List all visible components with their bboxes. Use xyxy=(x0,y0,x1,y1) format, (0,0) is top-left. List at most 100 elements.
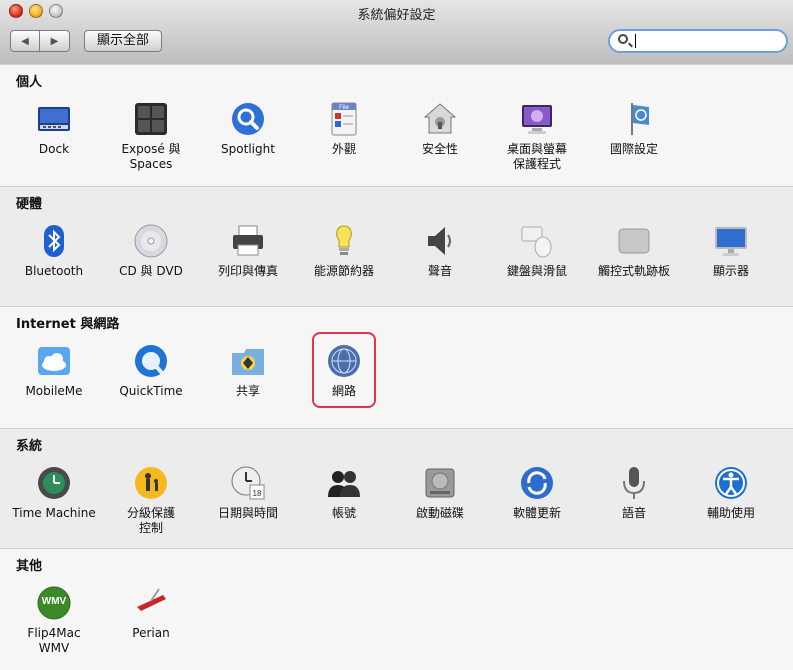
pref-pane-label: 聲音 xyxy=(427,264,452,278)
pref-pane-printer[interactable]: 列印與傳真 xyxy=(200,223,296,279)
toolbar: 系統偏好設定 ◀ ▶ 顯示全部 xyxy=(0,0,793,65)
pref-pane-speech[interactable]: 語音 xyxy=(586,465,682,521)
pref-pane-label: Spotlight xyxy=(221,142,275,156)
window-title: 系統偏好設定 xyxy=(357,8,436,23)
pref-pane-date-time[interactable]: 18 日期與時間 xyxy=(200,465,296,521)
search-input[interactable] xyxy=(634,33,774,49)
pref-pane-display[interactable]: 顯示器 xyxy=(683,223,779,279)
pref-pane-label: 顯示器 xyxy=(712,264,749,278)
section-3: Internet 與網路 MobileMe QuickTime 共享 網路 xyxy=(0,306,793,428)
search-field[interactable] xyxy=(608,29,788,53)
sharing-icon xyxy=(230,343,266,379)
date-time-icon: 18 xyxy=(230,465,266,501)
pref-pane-label: 桌面與螢幕 保護程式 xyxy=(506,142,567,171)
pref-pane-label: 輔助使用 xyxy=(706,506,755,520)
pref-pane-parental-controls[interactable]: 分級保護 控制 xyxy=(103,465,199,536)
pref-pane-time-machine[interactable]: Time Machine xyxy=(6,465,102,521)
pref-pane-label: 軟體更新 xyxy=(512,506,561,520)
pref-pane-spotlight[interactable]: Spotlight xyxy=(200,101,296,157)
section-1: 個人 Dock Exposé 與 Spaces Spotlight File 外觀 安全性 桌面… xyxy=(0,64,793,186)
forward-button[interactable]: ▶ xyxy=(40,30,70,52)
section-title: 硬體 xyxy=(16,197,43,212)
pref-pane-trackpad[interactable]: 觸控式軌跡板 xyxy=(586,223,682,279)
pref-pane-label: Dock xyxy=(38,142,70,156)
expose-icon xyxy=(133,101,169,137)
international-icon xyxy=(616,101,652,137)
pref-pane-bluetooth[interactable]: Bluetooth xyxy=(6,223,102,279)
pref-pane-label: 鍵盤與滑鼠 xyxy=(506,264,567,278)
security-icon xyxy=(422,101,458,137)
pref-pane-network[interactable]: 網路 xyxy=(296,343,392,399)
mobileme-icon xyxy=(36,343,72,379)
desktop-icon xyxy=(519,101,555,137)
pref-pane-perian[interactable]: Perian xyxy=(103,585,199,641)
universal-access-icon xyxy=(713,465,749,501)
pref-pane-expose[interactable]: Exposé 與 Spaces xyxy=(103,101,199,172)
pref-pane-label: Exposé 與 Spaces xyxy=(121,142,181,171)
back-button[interactable]: ◀ xyxy=(10,30,40,52)
pref-pane-label: 列印與傳真 xyxy=(217,264,278,278)
pref-pane-label: MobileMe xyxy=(25,384,83,398)
section-title: 個人 xyxy=(16,75,43,90)
flip4mac-icon: WMV xyxy=(36,585,72,621)
pref-pane-cd-dvd[interactable]: CD 與 DVD xyxy=(103,223,199,279)
pref-pane-universal-access[interactable]: 輔助使用 xyxy=(683,465,779,521)
pref-pane-energy-saver[interactable]: 能源節約器 xyxy=(296,223,392,279)
wmv-badge-text: WMV xyxy=(41,596,67,607)
network-icon xyxy=(326,343,362,379)
pref-pane-dock[interactable]: Dock xyxy=(6,101,102,157)
svg-text:File: File xyxy=(339,105,349,111)
pref-pane-software-update[interactable]: 軟體更新 xyxy=(489,465,585,521)
accounts-icon xyxy=(326,465,362,501)
pref-pane-keyboard-mouse[interactable]: 鍵盤與滑鼠 xyxy=(489,223,585,279)
spotlight-icon xyxy=(230,101,266,137)
pref-pane-label: 日期與時間 xyxy=(217,506,278,520)
pref-pane-sound[interactable]: 聲音 xyxy=(392,223,488,279)
text-cursor xyxy=(635,34,636,48)
section-5: 其他 WMV Flip4Mac WMV Perian xyxy=(0,548,793,670)
pref-pane-label: 能源節約器 xyxy=(313,264,374,278)
pref-pane-appearance[interactable]: File 外觀 xyxy=(296,101,392,157)
pref-pane-label: 網路 xyxy=(331,384,356,398)
keyboard-mouse-icon xyxy=(519,223,555,259)
pref-pane-label: 國際設定 xyxy=(609,142,658,156)
section-title: 系統 xyxy=(16,439,43,454)
trackpad-icon xyxy=(616,223,652,259)
pref-pane-label: Perian xyxy=(132,626,170,640)
section-title: Internet 與網路 xyxy=(16,317,120,332)
forward-arrow-icon: ▶ xyxy=(50,35,59,47)
navigation-buttons: ◀ ▶ xyxy=(10,30,70,52)
pref-pane-label: 外觀 xyxy=(331,142,356,156)
svg-text:18: 18 xyxy=(253,489,262,498)
pref-pane-international[interactable]: 國際設定 xyxy=(586,101,682,157)
pref-pane-label: 安全性 xyxy=(421,142,458,156)
pref-pane-label: Bluetooth xyxy=(24,264,84,278)
pref-pane-startup-disk[interactable]: 啟動磁碟 xyxy=(392,465,488,521)
pref-pane-label: 分級保護 控制 xyxy=(126,506,175,535)
dock-icon xyxy=(36,101,72,137)
pref-pane-quicktime[interactable]: QuickTime xyxy=(103,343,199,399)
pref-pane-mobileme[interactable]: MobileMe xyxy=(6,343,102,399)
pref-pane-sharing[interactable]: 共享 xyxy=(200,343,296,399)
pref-pane-label: QuickTime xyxy=(119,384,183,398)
appearance-icon: File xyxy=(326,101,362,137)
sound-icon xyxy=(422,223,458,259)
startup-disk-icon xyxy=(422,465,458,501)
system-preferences-window: 系統偏好設定 ◀ ▶ 顯示全部 個人 Dock Exposé 與 Spaces Spot… xyxy=(0,0,793,670)
pref-pane-label: 觸控式軌跡板 xyxy=(597,264,670,278)
energy-saver-icon xyxy=(326,223,362,259)
cd-dvd-icon xyxy=(133,223,169,259)
parental-controls-icon xyxy=(133,465,169,501)
show-all-button[interactable]: 顯示全部 xyxy=(84,30,163,52)
pref-pane-label: CD 與 DVD xyxy=(119,264,183,278)
printer-icon xyxy=(230,223,266,259)
software-update-icon xyxy=(519,465,555,501)
pref-pane-security[interactable]: 安全性 xyxy=(392,101,488,157)
bluetooth-icon xyxy=(36,223,72,259)
pref-pane-flip4mac[interactable]: WMV Flip4Mac WMV xyxy=(6,585,102,656)
pref-pane-desktop[interactable]: 桌面與螢幕 保護程式 xyxy=(489,101,585,172)
pref-pane-label: 啟動磁碟 xyxy=(415,506,464,520)
pref-pane-accounts[interactable]: 帳號 xyxy=(296,465,392,521)
section-2: 硬體 Bluetooth CD 與 DVD 列印與傳真 能源節約器 聲音 鍵盤與滑鼠 觸控式軌… xyxy=(0,186,793,306)
time-machine-icon xyxy=(36,465,72,501)
